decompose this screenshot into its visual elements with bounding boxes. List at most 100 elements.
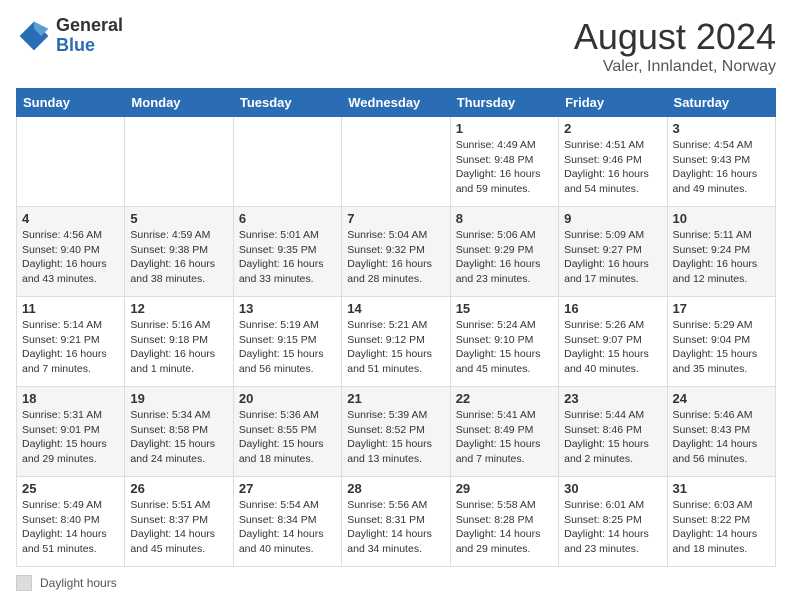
day-cell: 13 Sunrise: 5:19 AM Sunset: 9:15 PM Dayli… [233,297,341,387]
day-number: 27 [239,481,336,496]
day-cell: 22 Sunrise: 5:41 AM Sunset: 8:49 PM Dayli… [450,387,558,477]
day-cell: 26 Sunrise: 5:51 AM Sunset: 8:37 PM Dayli… [125,477,233,567]
title-block: August 2024 Valer, Innlandet, Norway [574,16,776,76]
month-year: August 2024 [574,16,776,58]
day-number: 12 [130,301,227,316]
day-info: Sunrise: 5:31 AM Sunset: 9:01 PM Dayligh… [22,408,119,467]
day-number: 9 [564,211,661,226]
day-header-tuesday: Tuesday [233,89,341,117]
day-info: Sunrise: 5:58 AM Sunset: 8:28 PM Dayligh… [456,498,553,557]
day-info: Sunrise: 5:16 AM Sunset: 9:18 PM Dayligh… [130,318,227,377]
day-number: 20 [239,391,336,406]
day-cell: 31 Sunrise: 6:03 AM Sunset: 8:22 PM Dayli… [667,477,775,567]
day-cell: 10 Sunrise: 5:11 AM Sunset: 9:24 PM Dayli… [667,207,775,297]
day-number: 2 [564,121,661,136]
day-headers-row: SundayMondayTuesdayWednesdayThursdayFrid… [17,89,776,117]
day-info: Sunrise: 5:36 AM Sunset: 8:55 PM Dayligh… [239,408,336,467]
header: General Blue August 2024 Valer, Innlande… [16,16,776,76]
day-number: 13 [239,301,336,316]
day-info: Sunrise: 5:14 AM Sunset: 9:21 PM Dayligh… [22,318,119,377]
day-cell: 7 Sunrise: 5:04 AM Sunset: 9:32 PM Daylig… [342,207,450,297]
location: Valer, Innlandet, Norway [574,58,776,76]
day-number: 19 [130,391,227,406]
day-info: Sunrise: 5:06 AM Sunset: 9:29 PM Dayligh… [456,228,553,287]
day-info: Sunrise: 5:54 AM Sunset: 8:34 PM Dayligh… [239,498,336,557]
day-cell: 28Sunrise: 5:56 AM Sunset: 8:31 PM Dayli… [342,477,450,567]
day-cell: 8 Sunrise: 5:06 AM Sunset: 9:29 PM Daylig… [450,207,558,297]
day-number: 6 [239,211,336,226]
day-number: 3 [673,121,770,136]
day-number: 23 [564,391,661,406]
day-cell: 12 Sunrise: 5:16 AM Sunset: 9:18 PM Dayli… [125,297,233,387]
day-cell [125,117,233,207]
logo-general-text: General [56,15,123,35]
day-cell: 9 Sunrise: 5:09 AM Sunset: 9:27 PM Daylig… [559,207,667,297]
logo-icon [16,18,52,54]
day-info: Sunrise: 5:51 AM Sunset: 8:37 PM Dayligh… [130,498,227,557]
day-number: 1 [456,121,553,136]
day-cell: 4 Sunrise: 4:56 AM Sunset: 9:40 PM Daylig… [17,207,125,297]
day-cell: 1 Sunrise: 4:49 AM Sunset: 9:48 PM Daylig… [450,117,558,207]
day-number: 4 [22,211,119,226]
day-header-sunday: Sunday [17,89,125,117]
day-info: Sunrise: 4:56 AM Sunset: 9:40 PM Dayligh… [22,228,119,287]
day-cell: 24Sunrise: 5:46 AM Sunset: 8:43 PM Dayli… [667,387,775,477]
day-number: 26 [130,481,227,496]
day-info: Sunrise: 5:24 AM Sunset: 9:10 PM Dayligh… [456,318,553,377]
day-cell [342,117,450,207]
day-header-thursday: Thursday [450,89,558,117]
day-info: Sunrise: 4:49 AM Sunset: 9:48 PM Dayligh… [456,138,553,197]
day-info: Sunrise: 5:04 AM Sunset: 9:32 PM Dayligh… [347,228,444,287]
footer: Daylight hours [16,575,776,591]
day-cell: 5 Sunrise: 4:59 AM Sunset: 9:38 PM Daylig… [125,207,233,297]
day-info: Sunrise: 5:09 AM Sunset: 9:27 PM Dayligh… [564,228,661,287]
day-number: 5 [130,211,227,226]
day-cell: 29 Sunrise: 5:58 AM Sunset: 8:28 PM Dayli… [450,477,558,567]
day-info: Sunrise: 4:54 AM Sunset: 9:43 PM Dayligh… [673,138,770,197]
day-info: Sunrise: 5:26 AM Sunset: 9:07 PM Dayligh… [564,318,661,377]
day-cell: 27 Sunrise: 5:54 AM Sunset: 8:34 PM Dayli… [233,477,341,567]
day-number: 31 [673,481,770,496]
day-info: Sunrise: 5:39 AM Sunset: 8:52 PM Dayligh… [347,408,444,467]
daylight-legend-box [16,575,32,591]
day-number: 29 [456,481,553,496]
day-cell: 30Sunrise: 6:01 AM Sunset: 8:25 PM Dayli… [559,477,667,567]
day-header-wednesday: Wednesday [342,89,450,117]
week-row-1: 1 Sunrise: 4:49 AM Sunset: 9:48 PM Daylig… [17,117,776,207]
calendar-table: SundayMondayTuesdayWednesdayThursdayFrid… [16,88,776,567]
day-cell [17,117,125,207]
day-cell: 6 Sunrise: 5:01 AM Sunset: 9:35 PM Daylig… [233,207,341,297]
day-header-saturday: Saturday [667,89,775,117]
day-number: 22 [456,391,553,406]
day-cell: 11Sunrise: 5:14 AM Sunset: 9:21 PM Dayli… [17,297,125,387]
day-number: 24 [673,391,770,406]
day-number: 25 [22,481,119,496]
day-number: 15 [456,301,553,316]
day-info: Sunrise: 5:34 AM Sunset: 8:58 PM Dayligh… [130,408,227,467]
week-row-3: 11Sunrise: 5:14 AM Sunset: 9:21 PM Dayli… [17,297,776,387]
day-cell: 14Sunrise: 5:21 AM Sunset: 9:12 PM Dayli… [342,297,450,387]
day-number: 21 [347,391,444,406]
day-info: Sunrise: 6:01 AM Sunset: 8:25 PM Dayligh… [564,498,661,557]
day-cell: 25Sunrise: 5:49 AM Sunset: 8:40 PM Dayli… [17,477,125,567]
day-cell: 20 Sunrise: 5:36 AM Sunset: 8:55 PM Dayli… [233,387,341,477]
day-number: 10 [673,211,770,226]
day-info: Sunrise: 5:19 AM Sunset: 9:15 PM Dayligh… [239,318,336,377]
day-header-monday: Monday [125,89,233,117]
day-cell: 17 Sunrise: 5:29 AM Sunset: 9:04 PM Dayli… [667,297,775,387]
day-info: Sunrise: 5:56 AM Sunset: 8:31 PM Dayligh… [347,498,444,557]
day-info: Sunrise: 5:41 AM Sunset: 8:49 PM Dayligh… [456,408,553,467]
day-number: 8 [456,211,553,226]
day-number: 17 [673,301,770,316]
day-info: Sunrise: 5:11 AM Sunset: 9:24 PM Dayligh… [673,228,770,287]
day-cell [233,117,341,207]
day-cell: 19 Sunrise: 5:34 AM Sunset: 8:58 PM Dayli… [125,387,233,477]
day-info: Sunrise: 6:03 AM Sunset: 8:22 PM Dayligh… [673,498,770,557]
day-number: 18 [22,391,119,406]
day-cell: 23Sunrise: 5:44 AM Sunset: 8:46 PM Dayli… [559,387,667,477]
day-info: Sunrise: 5:01 AM Sunset: 9:35 PM Dayligh… [239,228,336,287]
day-number: 7 [347,211,444,226]
day-cell: 21 Sunrise: 5:39 AM Sunset: 8:52 PM Dayli… [342,387,450,477]
day-info: Sunrise: 4:59 AM Sunset: 9:38 PM Dayligh… [130,228,227,287]
day-info: Sunrise: 5:29 AM Sunset: 9:04 PM Dayligh… [673,318,770,377]
